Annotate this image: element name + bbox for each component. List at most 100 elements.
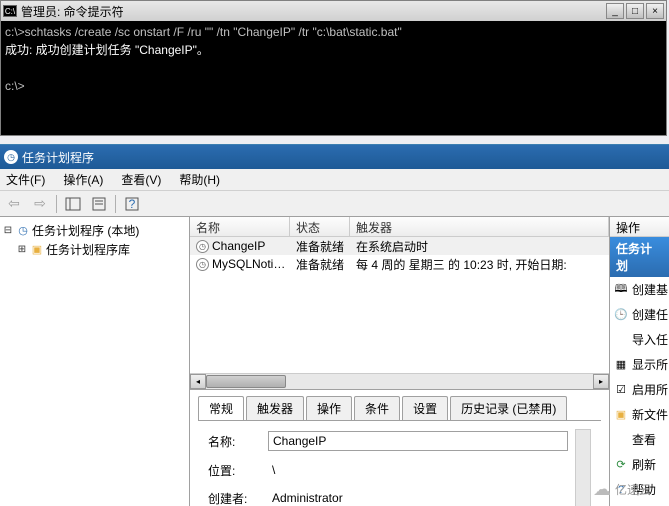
action-create-basic[interactable]: 🕮 创建基 (610, 277, 669, 302)
scheduler-icon: ◷ (16, 224, 30, 238)
tree-root[interactable]: ⊟ ◷ 任务计划程序 (本地) (2, 221, 187, 240)
col-state[interactable]: 状态 (290, 217, 350, 236)
tab-history[interactable]: 历史记录 (已禁用) (450, 396, 567, 420)
collapse-icon[interactable]: ⊟ (2, 225, 14, 237)
cmd-output[interactable]: c:\>schtasks /create /sc onstart /F /ru … (1, 21, 666, 135)
detail-author-row: 创建者: Administrator (208, 489, 591, 506)
table-row[interactable]: ◷ChangeIP 准备就绪 在系统启动时 (190, 237, 609, 255)
maximize-button[interactable]: □ (626, 3, 644, 19)
tree-library-label: 任务计划程序库 (46, 241, 130, 258)
expand-icon[interactable]: ⊞ (16, 244, 28, 256)
ts-body: ⊟ ◷ 任务计划程序 (本地) ⊞ ▣ 任务计划程序库 名称 状态 触发器 (0, 217, 669, 506)
close-button[interactable]: × (646, 3, 664, 19)
cmd-title: 管理员: 命令提示符 (21, 3, 606, 20)
ts-title: 任务计划程序 (22, 149, 94, 166)
col-name[interactable]: 名称 (190, 217, 290, 236)
tree-root-label: 任务计划程序 (本地) (32, 222, 139, 239)
enable-history-icon: ☑ (614, 383, 628, 397)
ts-titlebar[interactable]: ◷ 任务计划程序 (0, 145, 669, 169)
cmd-line-2: 成功: 成功创建计划任务 "ChangeIP"。 (5, 41, 662, 59)
actions-pane: 操作 任务计划 🕮 创建基 🕒 创建任 导入任 ▦ 显示所 ☑ 启用所 (609, 217, 669, 506)
tree-library[interactable]: ⊞ ▣ 任务计划程序库 (2, 240, 187, 259)
horizontal-scrollbar[interactable]: ◂ ▸ (190, 373, 609, 389)
location-label: 位置: (208, 462, 258, 479)
scroll-thumb[interactable] (206, 375, 286, 388)
name-label: 名称: (208, 433, 258, 450)
show-hide-tree-icon[interactable] (63, 194, 83, 214)
back-icon: ⇦ (4, 194, 24, 214)
cmd-line-3: c:\> (5, 77, 662, 95)
new-folder-icon: ▣ (614, 408, 628, 422)
svg-text:?: ? (129, 197, 136, 211)
detail-body: 名称: 位置: \ 创建者: Administrator (198, 421, 601, 506)
tab-actions[interactable]: 操作 (306, 396, 352, 420)
cmd-titlebar[interactable]: C:\ 管理员: 命令提示符 _ □ × (1, 1, 666, 21)
task-name: ChangeIP (212, 239, 265, 253)
task-icon: ◷ (196, 240, 209, 253)
cmd-line-1: c:\>schtasks /create /sc onstart /F /ru … (5, 23, 662, 41)
col-trigger[interactable]: 触发器 (350, 217, 609, 236)
toolbar-separator (56, 195, 57, 213)
refresh-icon: ⟳ (614, 458, 628, 472)
tab-triggers[interactable]: 触发器 (246, 396, 304, 420)
author-value: Administrator (268, 489, 591, 506)
cloud-icon: ☁ (593, 479, 611, 500)
scroll-right-button[interactable]: ▸ (593, 374, 609, 389)
author-label: 创建者: (208, 490, 258, 506)
action-import[interactable]: 导入任 (610, 327, 669, 352)
show-running-icon: ▦ (614, 358, 628, 372)
list-body[interactable]: ◷ChangeIP 准备就绪 在系统启动时 ◷MySQLNoti… 准备就绪 每… (190, 237, 609, 373)
name-field[interactable] (268, 431, 568, 451)
menu-file[interactable]: 文件(F) (4, 169, 47, 190)
watermark-logo: ☁ 亿速云 (593, 479, 651, 500)
table-row[interactable]: ◷MySQLNoti… 准备就绪 每 4 周的 星期三 的 10:23 时, 开… (190, 255, 609, 273)
detail-tabs: 常规 触发器 操作 条件 设置 历史记录 (已禁用) (198, 396, 601, 421)
action-create-task[interactable]: 🕒 创建任 (610, 302, 669, 327)
actions-header: 操作 (610, 217, 669, 237)
task-state: 准备就绪 (290, 238, 350, 255)
forward-icon: ⇨ (30, 194, 50, 214)
location-value: \ (268, 461, 591, 479)
create-basic-icon: 🕮 (614, 283, 628, 297)
action-refresh[interactable]: ⟳ 刷新 (610, 452, 669, 477)
main-panel: 名称 状态 触发器 ◷ChangeIP 准备就绪 在系统启动时 ◷MySQLNo… (190, 217, 609, 506)
tab-conditions[interactable]: 条件 (354, 396, 400, 420)
menu-help[interactable]: 帮助(H) (177, 169, 222, 190)
import-icon (614, 333, 628, 347)
action-new-folder[interactable]: ▣ 新文件 (610, 402, 669, 427)
view-icon (614, 433, 628, 447)
toolbar: ⇦ ⇨ ? (0, 191, 669, 217)
toolbar-separator (115, 195, 116, 213)
action-enable-history[interactable]: ☑ 启用所 (610, 377, 669, 402)
cmd-icon: C:\ (3, 5, 17, 17)
create-task-icon: 🕒 (614, 308, 628, 322)
task-state: 准备就绪 (290, 256, 350, 273)
cmd-window-buttons: _ □ × (606, 3, 664, 19)
navigation-tree[interactable]: ⊟ ◷ 任务计划程序 (本地) ⊞ ▣ 任务计划程序库 (0, 217, 190, 506)
detail-location-row: 位置: \ (208, 461, 591, 479)
help-toolbar-icon[interactable]: ? (122, 194, 142, 214)
brand-text: 亿速云 (615, 481, 651, 498)
tab-general[interactable]: 常规 (198, 396, 244, 420)
task-name: MySQLNoti… (212, 257, 285, 271)
action-show-running[interactable]: ▦ 显示所 (610, 352, 669, 377)
tab-settings[interactable]: 设置 (402, 396, 448, 420)
task-list: 名称 状态 触发器 ◷ChangeIP 准备就绪 在系统启动时 ◷MySQLNo… (190, 217, 609, 390)
scroll-left-button[interactable]: ◂ (190, 374, 206, 389)
task-trigger: 每 4 周的 星期三 的 10:23 时, 开始日期: (350, 256, 609, 273)
action-view[interactable]: 查看 (610, 427, 669, 452)
menubar: 文件(F) 操作(A) 查看(V) 帮助(H) (0, 169, 669, 191)
menu-action[interactable]: 操作(A) (61, 169, 105, 190)
menu-view[interactable]: 查看(V) (119, 169, 163, 190)
task-trigger: 在系统启动时 (350, 238, 609, 255)
task-scheduler-window: ◷ 任务计划程序 文件(F) 操作(A) 查看(V) 帮助(H) ⇦ ⇨ ? ⊟… (0, 144, 669, 506)
clock-icon: ◷ (4, 150, 18, 164)
cmd-window: C:\ 管理员: 命令提示符 _ □ × c:\>schtasks /creat… (0, 0, 667, 136)
task-detail: 常规 触发器 操作 条件 设置 历史记录 (已禁用) 名称: 位置: \ (190, 390, 609, 506)
task-icon: ◷ (196, 258, 209, 271)
folder-icon: ▣ (30, 243, 44, 257)
detail-vertical-scrollbar[interactable] (575, 429, 591, 506)
minimize-button[interactable]: _ (606, 3, 624, 19)
list-header: 名称 状态 触发器 (190, 217, 609, 237)
properties-icon[interactable] (89, 194, 109, 214)
